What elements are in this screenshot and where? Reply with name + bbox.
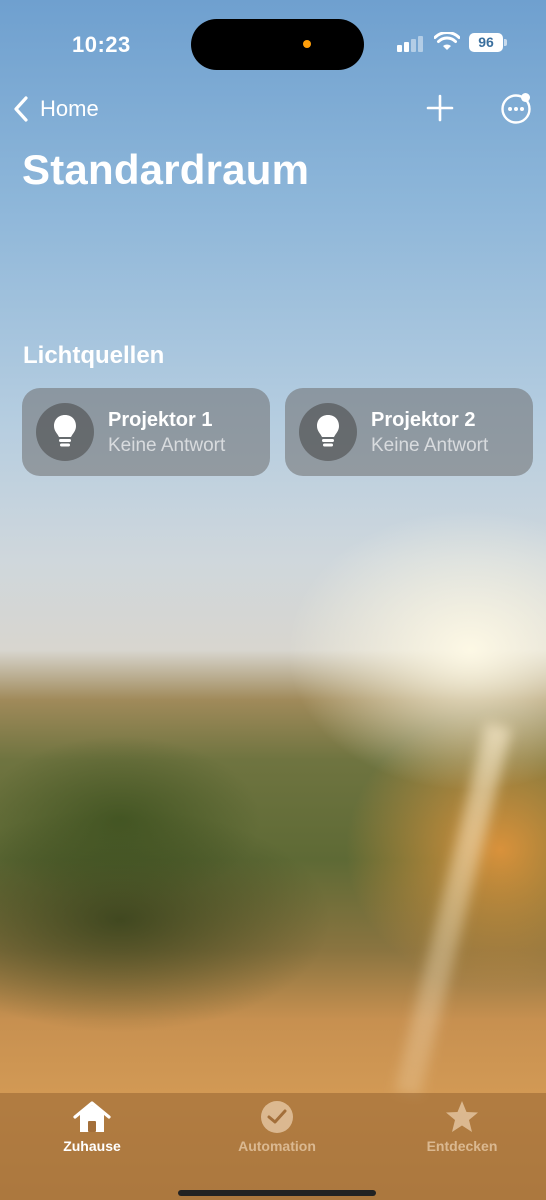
back-button[interactable]: Home [12, 92, 99, 126]
star-icon [446, 1101, 478, 1132]
back-button-label: Home [40, 96, 99, 121]
accessory-name: Projektor 2 [371, 409, 476, 431]
dynamic-island [191, 19, 364, 70]
add-button[interactable] [426, 94, 454, 122]
section-title: Lichtquellen [23, 342, 165, 369]
house-icon [73, 1101, 111, 1132]
accessory-name: Projektor 1 [108, 409, 213, 431]
wifi-icon [434, 32, 460, 50]
lightbulb-icon [36, 403, 94, 461]
recording-indicator-dot [303, 40, 311, 48]
tab-entdecken[interactable]: Entdecken [392, 1096, 532, 1154]
lightbulb-icon [299, 403, 357, 461]
home-indicator [178, 1190, 376, 1196]
battery-tip [504, 39, 507, 46]
accessory-status: Keine Antwort [371, 435, 489, 456]
accessory-status: Keine Antwort [108, 435, 226, 456]
tab-label: Entdecken [426, 1138, 498, 1154]
notification-badge [521, 93, 530, 102]
tab-automation[interactable]: Automation [207, 1096, 347, 1154]
page-title: Standardraum [22, 146, 310, 193]
tab-zuhause[interactable]: Zuhause [22, 1096, 162, 1154]
accessory-tile-projektor-1[interactable]: Projektor 1 Keine Antwort [22, 388, 270, 476]
battery-icon: 96 [469, 33, 503, 52]
status-bar: 10:23 96 [0, 0, 546, 90]
clock-icon [261, 1101, 293, 1133]
status-time: 10:23 [72, 32, 131, 57]
chevron-left-icon [14, 96, 28, 122]
cellular-signal-icon [397, 34, 425, 52]
accessory-tile-projektor-2[interactable]: Projektor 2 Keine Antwort [285, 388, 533, 476]
tab-label: Automation [238, 1138, 316, 1154]
tab-label: Zuhause [63, 1138, 121, 1154]
